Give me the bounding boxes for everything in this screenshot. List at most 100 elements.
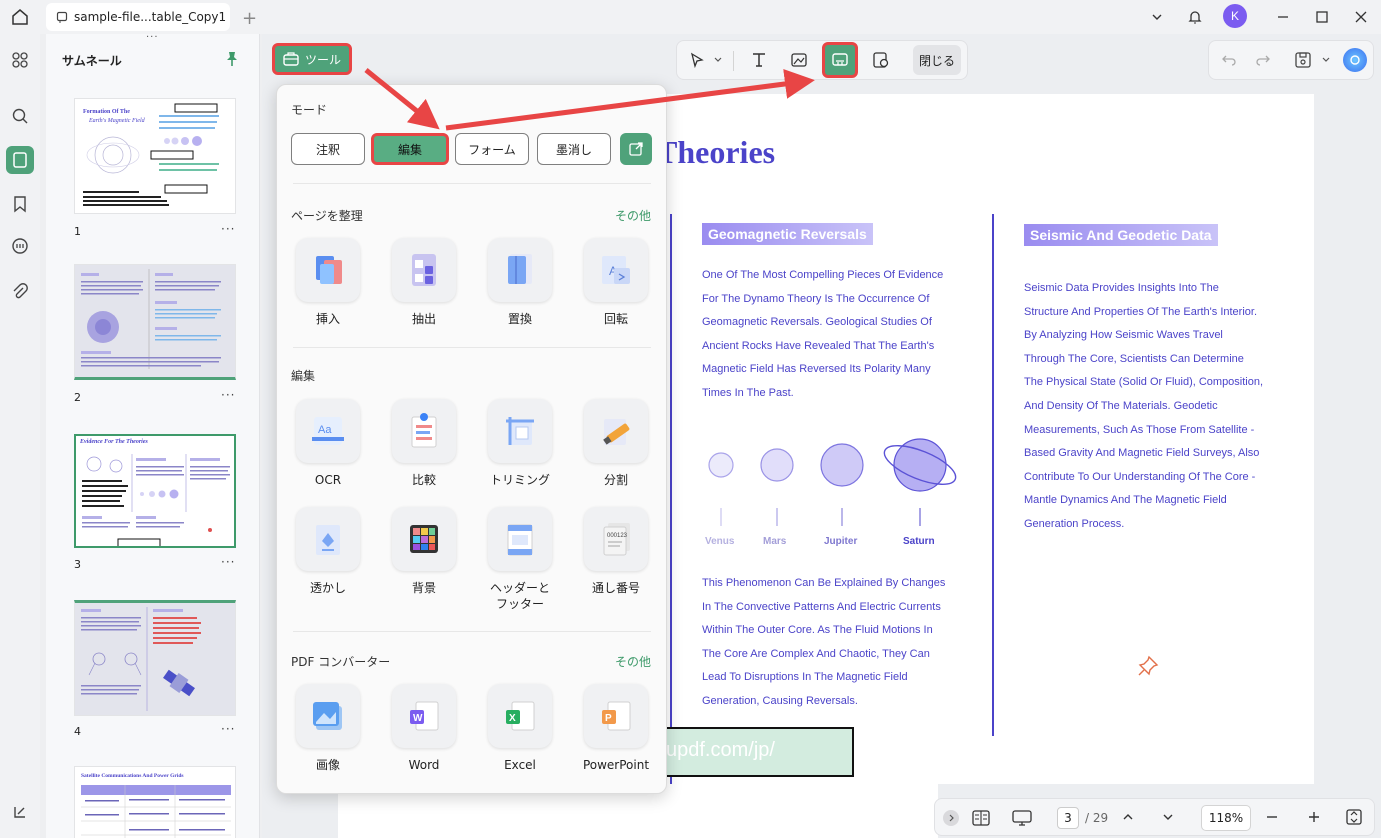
thumbnail-more-icon[interactable]: ···	[221, 222, 235, 236]
add-stamp-icon[interactable]	[867, 46, 895, 74]
notification-bell-icon[interactable]	[1178, 0, 1212, 34]
search-icon[interactable]	[6, 102, 34, 130]
paragraph-line: Measurements, Such As Those From Satelli…	[1024, 423, 1255, 436]
collapse-arrow-icon[interactable]	[943, 810, 959, 826]
ai-assistant-icon[interactable]	[1343, 48, 1367, 72]
thumbnail-more-icon[interactable]: ···	[221, 555, 235, 569]
close-edit-button[interactable]: 閉じる	[913, 45, 961, 75]
extract-tool[interactable]	[392, 238, 456, 302]
bates-number-tool[interactable]: 000123	[584, 507, 648, 571]
thumbnail-more-icon[interactable]: ···	[221, 722, 235, 736]
user-avatar[interactable]: K	[1223, 4, 1247, 28]
document-tab[interactable]: sample-file...table_Copy1	[46, 3, 230, 31]
page-thumbnail-2[interactable]	[74, 264, 236, 380]
chevron-down-icon[interactable]	[1140, 0, 1174, 34]
watermark-tool[interactable]	[296, 507, 360, 571]
new-tab-icon[interactable]: +	[242, 8, 257, 29]
planet-label-saturn: Saturn	[903, 536, 935, 547]
svg-text:Aa: Aa	[318, 424, 332, 436]
history-toolbar	[1208, 40, 1374, 80]
mode-annotate-button[interactable]: 注釈	[291, 133, 365, 165]
zoom-level[interactable]: 118%	[1201, 805, 1251, 831]
compare-tool[interactable]	[392, 399, 456, 463]
pushpin-icon[interactable]	[1136, 654, 1160, 678]
add-image-icon[interactable]	[785, 46, 813, 74]
paragraph-line: In The Convective Patterns And Electric …	[702, 600, 941, 613]
mode-redact-button[interactable]: 墨消し	[537, 133, 611, 165]
redo-icon[interactable]	[1249, 46, 1277, 74]
converter-more-link[interactable]: その他	[615, 653, 651, 670]
select-cursor-icon[interactable]	[683, 46, 711, 74]
attachment-icon[interactable]	[6, 278, 34, 306]
undo-icon[interactable]	[1215, 46, 1243, 74]
replace-tool-label: 置換	[507, 312, 532, 326]
drag-handle-icon[interactable]: ···	[146, 32, 159, 43]
layers-icon[interactable]	[6, 798, 34, 826]
comment-icon[interactable]	[6, 232, 34, 260]
replace-tool[interactable]	[488, 238, 552, 302]
thumbnail-more-icon[interactable]: ···	[221, 388, 235, 402]
split-tool-label: 分割	[603, 473, 628, 487]
page-layout-icon[interactable]	[971, 809, 991, 827]
crop-tool[interactable]	[488, 399, 552, 463]
ocr-tool[interactable]: Aa	[296, 399, 360, 463]
close-window-icon[interactable]	[1344, 0, 1378, 34]
minimize-icon[interactable]	[1266, 0, 1300, 34]
zoom-out-icon[interactable]	[1265, 810, 1279, 824]
popup-separator	[293, 347, 651, 348]
powerpoint-file-icon: P	[602, 701, 631, 731]
rotate-tool[interactable]: A	[584, 238, 648, 302]
convert-word-tool[interactable]: W	[392, 684, 456, 748]
header-footer-tool-label: ヘッダーと フッター	[489, 581, 550, 611]
convert-image-tool[interactable]	[296, 684, 360, 748]
tool-button[interactable]: ツール	[272, 43, 352, 75]
thumbnails-icon[interactable]	[6, 146, 34, 174]
next-page-icon[interactable]	[1161, 810, 1175, 824]
add-text-icon[interactable]	[745, 46, 773, 74]
bates-number-tool-label: 通し番号	[591, 581, 640, 595]
save-icon[interactable]	[1289, 46, 1317, 74]
header-footer-tool[interactable]	[488, 507, 552, 571]
mode-edit-button[interactable]: 編集	[371, 133, 449, 165]
toolbox-icon	[283, 52, 299, 66]
popup-separator	[293, 631, 651, 632]
convert-excel-tool[interactable]: X	[488, 684, 552, 748]
pin-icon[interactable]	[224, 50, 240, 68]
thumbnail-page-number: 4	[74, 725, 81, 738]
current-page-input[interactable]: 3	[1057, 807, 1079, 829]
add-link-button[interactable]	[822, 42, 858, 78]
convert-excel-tool-label: Excel	[504, 758, 536, 772]
open-external-button[interactable]	[620, 133, 652, 165]
convert-powerpoint-tool[interactable]: P	[584, 684, 648, 748]
maximize-icon[interactable]	[1305, 0, 1339, 34]
paragraph-line: For The Dynamo Theory Is The Occurrence …	[702, 292, 930, 305]
background-tool[interactable]	[392, 507, 456, 571]
split-tool[interactable]	[584, 399, 648, 463]
insert-tool[interactable]	[296, 238, 360, 302]
page-navigation-bar: 3 / 29 118%	[934, 798, 1375, 836]
bookmark-icon[interactable]	[6, 190, 34, 218]
word-file-icon: W	[410, 701, 439, 731]
watermark-tool-label: 透かし	[309, 581, 346, 595]
zoom-in-icon[interactable]	[1307, 810, 1321, 824]
chevron-down-icon[interactable]	[1321, 55, 1331, 65]
page-thumbnail-4[interactable]	[74, 600, 236, 716]
image-file-icon	[313, 702, 342, 730]
insert-tool-label: 挿入	[315, 312, 340, 326]
convert-image-tool-label: 画像	[315, 758, 340, 772]
organize-more-link[interactable]: その他	[615, 207, 651, 224]
chevron-down-icon[interactable]	[713, 55, 723, 65]
paragraph-line: And Density Of The Materials. Geodetic	[1024, 399, 1218, 412]
fit-page-icon[interactable]	[1345, 808, 1363, 826]
previous-page-icon[interactable]	[1121, 810, 1135, 824]
presentation-icon[interactable]	[1011, 809, 1033, 827]
mode-form-button[interactable]: フォーム	[455, 133, 529, 165]
page-thumbnail-5[interactable]: Satellite Communications And Power Grids	[74, 766, 236, 838]
svg-text:W: W	[413, 713, 423, 724]
ocr-icon: Aa	[312, 417, 344, 445]
page-thumbnail-3[interactable]: Evidence For The Theories	[74, 434, 236, 548]
section-heading-geomagnetic: Geomagnetic Reversals	[702, 223, 873, 245]
grid-view-icon[interactable]	[6, 46, 34, 74]
home-icon[interactable]	[8, 6, 32, 28]
page-thumbnail-1[interactable]: Formation Of The Earth's Magnetic Field	[74, 98, 236, 214]
